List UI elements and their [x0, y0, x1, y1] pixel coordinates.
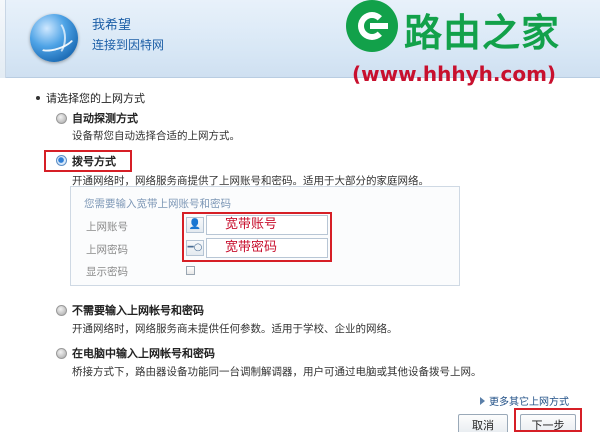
header-left-strip	[0, 0, 6, 78]
option-pc-dial-label[interactable]: 在电脑中输入上网帐号和密码	[72, 345, 215, 361]
option-no-account-desc: 开通网络时，网络服务商未提供任何参数。适用于学校、企业的网络。	[72, 323, 398, 335]
highlight-box-next	[514, 408, 582, 432]
option-auto-detect-label[interactable]: 自动探测方式	[72, 110, 138, 126]
show-password-checkbox[interactable]	[186, 266, 195, 275]
highlight-box-credentials	[182, 212, 332, 262]
watermark-brand: 路由之家	[404, 11, 561, 55]
radio-dialup[interactable]	[56, 155, 67, 166]
arrow-right-icon	[480, 397, 485, 405]
option-no-account-label[interactable]: 不需要输入上网帐号和密码	[72, 302, 204, 318]
header-title: 我希望	[92, 18, 132, 33]
option-pc-dial-desc: 桥接方式下，路由器设备功能同一台调制解调器，用户可通过电脑或其他设备拨号上网。	[72, 366, 482, 378]
radio-auto-detect[interactable]	[56, 113, 67, 124]
password-label: 上网密码	[86, 244, 128, 256]
section-title-text: 请选择您的上网方式	[46, 92, 145, 105]
option-dialup-label[interactable]: 拨号方式	[72, 153, 116, 169]
globe-icon	[30, 14, 78, 62]
header-subtitle: 连接到因特网	[92, 38, 165, 52]
radio-no-account[interactable]	[56, 305, 67, 316]
more-methods-link[interactable]: 更多其它上网方式	[480, 393, 569, 408]
bullet-icon	[36, 96, 40, 100]
section-title: 请选择您的上网方式	[36, 90, 145, 106]
more-methods-text: 更多其它上网方式	[489, 397, 569, 408]
watermark-url: (www.hhhyh.com)	[352, 62, 557, 86]
option-auto-detect-desc: 设备帮您自动选择合适的上网方式。	[72, 130, 240, 142]
account-label: 上网账号	[86, 221, 128, 233]
cancel-button[interactable]: 取消	[458, 414, 508, 432]
show-password-label: 显示密码	[86, 266, 128, 278]
watermark-logo-icon	[346, 0, 398, 52]
dialup-panel-caption: 您需要输入宽带上网账号和密码	[84, 198, 231, 210]
radio-pc-dial[interactable]	[56, 348, 67, 359]
